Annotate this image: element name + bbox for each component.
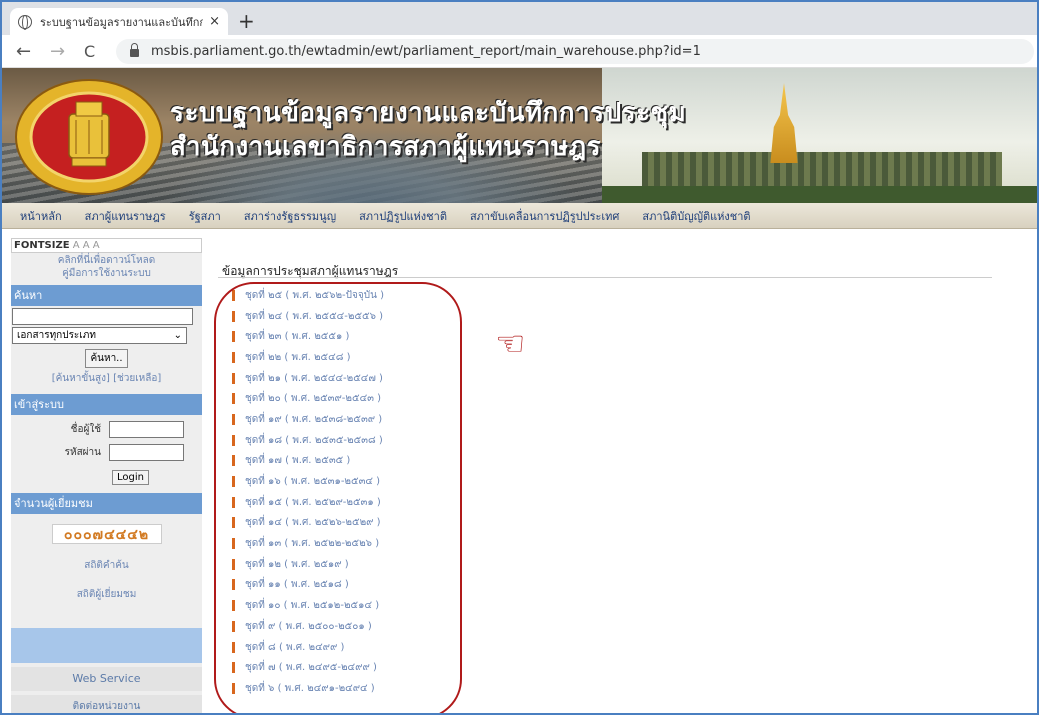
menu-item-home[interactable]: หน้าหลัก	[20, 207, 62, 225]
banner-title-line2: สำนักงานเลขาธิการสภาผู้แทนราษฎร	[170, 132, 602, 162]
contact-link[interactable]: ติดต่อหน่วยงาน	[11, 695, 202, 713]
browser-tab[interactable]: ระบบฐานข้อมูลรายงานและบันทึกการประ ×	[10, 8, 228, 35]
sidebar: FONTSIZE A A A คลิกที่นี่เพื่อดาวน์โหลด …	[11, 238, 202, 713]
fontsize-control: FONTSIZE A A A	[11, 238, 202, 253]
search-stats-link[interactable]: สถิติคำค้น	[11, 558, 202, 573]
visitor-stats-link[interactable]: สถิติผู้เยี่ยมชม	[11, 587, 202, 602]
search-section-header: ค้นหา	[11, 285, 202, 306]
sidebar-divider	[11, 628, 202, 663]
document-type-select[interactable]: เอกสารทุกประเภท ⌄	[12, 327, 187, 344]
chevron-down-icon: ⌄	[173, 330, 182, 341]
login-section-header: เข้าสู่ระบบ	[11, 394, 202, 415]
back-icon[interactable]: ←	[16, 41, 31, 62]
banner-ground	[602, 186, 1037, 203]
new-tab-button[interactable]: +	[238, 9, 255, 33]
menu-item-national-legislative-assembly[interactable]: สภานิติบัญญัติแห่งชาติ	[642, 207, 750, 225]
tab-close-icon[interactable]: ×	[209, 14, 220, 29]
title-divider	[218, 277, 992, 278]
search-input[interactable]	[12, 308, 193, 325]
search-button[interactable]: ค้นหา..	[85, 349, 128, 368]
password-row: รหัสผ่าน	[11, 444, 202, 461]
password-label: รหัสผ่าน	[64, 447, 101, 458]
download-line2: คู่มือการใช้งานระบบ	[62, 268, 151, 279]
advanced-search-link[interactable]: [ค้นหาขั้นสูง] [ช่วยเหลือ]	[12, 371, 201, 386]
annotation-oval	[214, 282, 462, 713]
tab-title: ระบบฐานข้อมูลรายงานและบันทึกการประ	[40, 15, 203, 29]
visitor-counter: ๐๐๐๗๔๔๔๒	[51, 524, 162, 544]
username-label: ชื่อผู้ใช้	[70, 424, 101, 435]
search-panel: เอกสารทุกประเภท ⌄ ค้นหา.. [ค้นหาขั้นสูง]…	[11, 306, 202, 388]
main-menu: หน้าหลัก สภาผู้แทนราษฎร รัฐสภา สภาร่างรั…	[2, 203, 1037, 229]
site-banner: ระบบฐานข้อมูลรายงานและบันทึกการประชุม สำ…	[2, 68, 1037, 203]
document-type-value: เอกสารทุกประเภท	[17, 330, 96, 341]
menu-item-national-reform-council[interactable]: สภาปฏิรูปแห่งชาติ	[359, 207, 447, 225]
username-field[interactable]	[109, 421, 184, 438]
menu-item-house-of-representatives[interactable]: สภาผู้แทนราษฎร	[85, 207, 166, 225]
address-bar[interactable]: msbis.parliament.go.th/ewtadmin/ewt/parl…	[116, 39, 1034, 64]
browser-window: ระบบฐานข้อมูลรายงานและบันทึกการประ × + ←…	[0, 0, 1039, 715]
manual-download-link[interactable]: คลิกที่นี่เพื่อดาวน์โหลด คู่มือการใช้งาน…	[11, 253, 202, 285]
login-button[interactable]: Login	[112, 470, 149, 485]
forward-icon[interactable]: →	[50, 41, 65, 62]
fontsize-label: FONTSIZE	[14, 240, 70, 251]
page-title: ข้อมูลการประชุมสภาผู้แทนราษฎร	[222, 264, 399, 278]
menu-item-national-assembly[interactable]: รัฐสภา	[189, 207, 221, 225]
web-service-link[interactable]: Web Service	[11, 667, 202, 691]
download-line1: คลิกที่นี่เพื่อดาวน์โหลด	[57, 255, 156, 266]
fontsize-options[interactable]: A A A	[73, 240, 100, 251]
parliament-emblem-icon	[15, 79, 163, 195]
url-text: msbis.parliament.go.th/ewtadmin/ewt/parl…	[151, 44, 701, 59]
reload-icon[interactable]: C	[84, 42, 95, 61]
menu-item-reform-steering-assembly[interactable]: สภาขับเคลื่อนการปฏิรูปประเทศ	[470, 207, 619, 225]
pointing-hand-icon: ☜	[495, 324, 526, 364]
username-row: ชื่อผู้ใช้	[11, 421, 202, 438]
parliament-building-shape	[642, 152, 1002, 188]
menu-item-constitution-drafting-assembly[interactable]: สภาร่างรัฐธรรมนูญ	[244, 207, 336, 225]
password-field[interactable]	[109, 444, 184, 461]
tab-strip: ระบบฐานข้อมูลรายงานและบันทึกการประ × +	[2, 2, 1037, 35]
globe-icon	[18, 14, 32, 30]
visitors-section-header: จำนวนผู้เยี่ยมชม	[11, 493, 202, 514]
browser-toolbar: ← → C msbis.parliament.go.th/ewtadmin/ew…	[2, 35, 1037, 68]
lock-icon	[130, 43, 139, 57]
